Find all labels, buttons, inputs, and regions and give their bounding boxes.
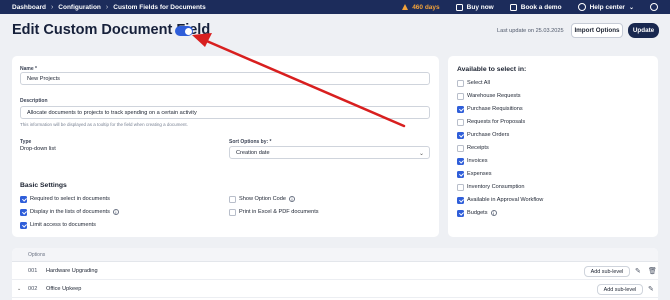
receipts-label: Receipts: [467, 145, 489, 151]
trash-icon[interactable]: 🗑: [648, 267, 657, 275]
chevron-down-icon: ⌄: [418, 151, 424, 157]
table-row[interactable]: 001 Hardware Upgrading Add sub-level ✎ 🗑: [12, 263, 658, 280]
description-field[interactable]: Allocate documents to projects to track …: [20, 106, 430, 119]
info-icon[interactable]: i: [112, 209, 119, 215]
budgets-label: Budgets i: [467, 210, 497, 216]
top-navigation-bar: Dashboard › Configuration › Custom Field…: [0, 0, 670, 14]
active-toggle[interactable]: [175, 26, 193, 36]
display-in-lists-checkbox[interactable]: [20, 209, 27, 216]
breadcrumb-configuration[interactable]: Configuration: [58, 4, 101, 11]
chevron-down-icon[interactable]: ⌄: [17, 286, 21, 292]
buy-now-button[interactable]: Buy now: [455, 3, 494, 11]
options-header: Options: [12, 248, 658, 262]
requests-for-proposals-checkbox[interactable]: [457, 119, 464, 126]
limit-access-checkbox[interactable]: [20, 222, 27, 229]
approval-workflow-checkbox[interactable]: [457, 197, 464, 204]
name-field[interactable]: New Projects: [20, 72, 430, 85]
type-value: Drop-down list: [20, 146, 56, 152]
invoices-checkbox[interactable]: [457, 158, 464, 165]
expenses-checkbox[interactable]: [457, 171, 464, 178]
purchase-orders-label: Purchase Orders: [467, 132, 510, 138]
requests-for-proposals-label: Requests for Proposals: [467, 119, 526, 125]
basic-settings-title: Basic Settings: [20, 182, 67, 189]
print-excel-pdf-checkbox[interactable]: [229, 209, 236, 216]
select-all-checkbox[interactable]: [457, 80, 464, 87]
breadcrumb: Dashboard › Configuration › Custom Field…: [12, 4, 206, 11]
print-excel-pdf-label: Print in Excel & PDF documents: [239, 209, 319, 215]
approval-workflow-label: Available in Approval Workflow: [467, 197, 544, 203]
info-icon[interactable]: i: [490, 210, 497, 216]
show-option-code-checkbox[interactable]: [229, 196, 236, 203]
receipts-checkbox[interactable]: [457, 145, 464, 152]
help-center-label: Help center: [589, 3, 625, 11]
buy-now-label: Buy now: [466, 3, 494, 11]
sort-select[interactable]: Creation date ⌄: [229, 146, 430, 159]
type-label: Type: [20, 139, 32, 145]
help-icon: [577, 3, 586, 11]
warning-icon: [402, 4, 409, 10]
warehouse-requests-label: Warehouse Requests: [467, 93, 521, 99]
availability-card: Available to select in: Select All Wareh…: [448, 56, 658, 237]
trial-days-indicator[interactable]: 460 days: [402, 3, 440, 11]
inventory-consumption-label: Inventory Consumption: [467, 184, 525, 190]
add-sub-level-button[interactable]: Add sub-level: [597, 284, 643, 295]
chevron-down-icon: ⌄: [628, 4, 634, 11]
edit-icon[interactable]: ✎: [648, 285, 654, 293]
last-update-text: Last update on 25.03.2025: [497, 28, 564, 34]
option-code: 001: [28, 268, 38, 274]
book-demo-label: Book a demo: [520, 3, 562, 11]
calendar-icon: [509, 3, 517, 11]
description-hint: This information will be displayed as a …: [20, 122, 188, 127]
option-code: 002: [28, 286, 38, 292]
limit-access-label: Limit access to documents: [30, 222, 96, 228]
toggle-knob: [184, 27, 192, 35]
chevron-right-icon: ›: [105, 3, 109, 11]
required-checkbox[interactable]: [20, 196, 27, 203]
import-options-button[interactable]: Import Options: [571, 23, 623, 38]
expenses-label: Expenses: [467, 171, 492, 177]
book-demo-button[interactable]: Book a demo: [509, 3, 562, 11]
option-name: Office Upkeep: [46, 286, 82, 292]
option-name: Hardware Upgrading: [46, 268, 98, 274]
purchase-requisitions-label: Purchase Requisitions: [467, 106, 523, 112]
user-menu-button[interactable]: [650, 3, 658, 11]
trial-days-label: 460 days: [412, 3, 440, 11]
invoices-label: Invoices: [467, 158, 488, 164]
breadcrumb-dashboard[interactable]: Dashboard: [12, 4, 46, 11]
user-icon: [650, 3, 658, 11]
sort-label: Sort Options by: *: [229, 139, 272, 145]
update-button[interactable]: Update: [628, 23, 659, 38]
available-title: Available to select in:: [457, 66, 527, 73]
breadcrumb-custom-fields[interactable]: Custom Fields for Documents: [113, 4, 205, 11]
table-row[interactable]: ⌄ 002 Office Upkeep Add sub-level ✎: [12, 281, 658, 298]
inventory-consumption-checkbox[interactable]: [457, 184, 464, 191]
field-settings-card: Name * New Projects Description Allocate…: [12, 56, 439, 237]
cart-icon: [455, 3, 463, 11]
chevron-right-icon: ›: [50, 3, 54, 11]
purchase-orders-checkbox[interactable]: [457, 132, 464, 139]
description-label: Description: [20, 98, 48, 104]
add-sub-level-button[interactable]: Add sub-level: [584, 266, 630, 277]
show-option-code-label: Show Option Code i: [239, 196, 295, 202]
display-in-lists-label: Display in the lists of documents i: [30, 209, 119, 215]
select-all-label: Select All: [467, 80, 491, 86]
info-icon[interactable]: i: [288, 196, 295, 202]
edit-icon[interactable]: ✎: [635, 267, 641, 275]
help-center-button[interactable]: Help center ⌄: [577, 3, 634, 11]
purchase-requisitions-checkbox[interactable]: [457, 106, 464, 113]
options-table: Options 001 Hardware Upgrading Add sub-l…: [12, 248, 658, 300]
required-label: Required to select in documents: [30, 196, 110, 202]
sort-select-value: Creation date: [236, 149, 270, 156]
warehouse-requests-checkbox[interactable]: [457, 93, 464, 100]
budgets-checkbox[interactable]: [457, 210, 464, 217]
